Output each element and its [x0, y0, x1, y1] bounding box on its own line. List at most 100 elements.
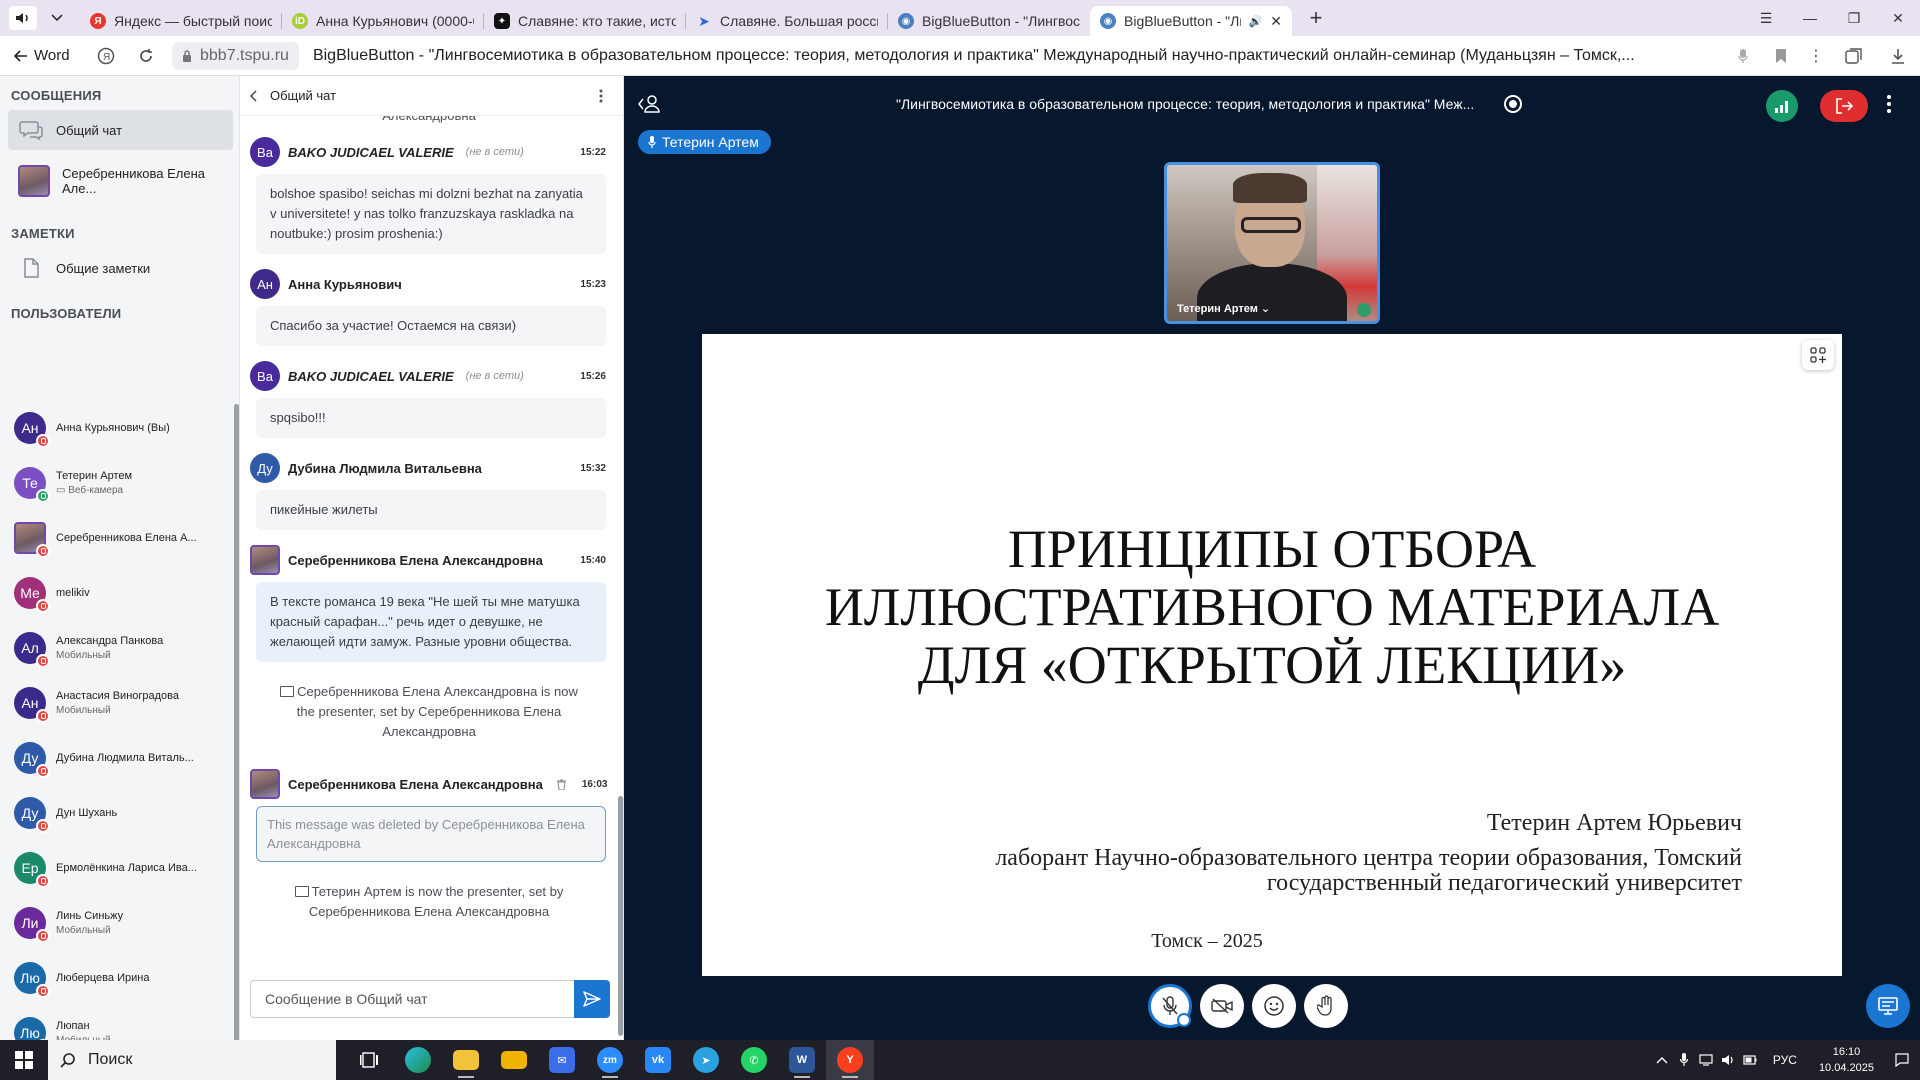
chat-scrollbar[interactable] [618, 116, 623, 1036]
start-button[interactable] [0, 1040, 48, 1080]
chat-message: Ан Анна Курьянович 15:23 Спасибо за учас… [240, 262, 618, 346]
downloads-icon[interactable] [1876, 36, 1920, 76]
back-label: Word [34, 47, 70, 64]
browser-tab[interactable]: ◉ BigBlueButton - "Лингвос [888, 6, 1090, 36]
microphone-status-icon [36, 928, 50, 943]
raise-hand-button[interactable] [1304, 984, 1348, 1028]
edge-icon[interactable] [394, 1040, 442, 1080]
user-list-item[interactable]: Ду Дун Шухань [0, 785, 234, 840]
microphone-status-icon [36, 763, 50, 778]
chat-options-icon[interactable] [593, 88, 609, 104]
telegram-icon[interactable]: ➤ [682, 1040, 730, 1080]
chat-message: Ду Дубина Людмила Витальевна 15:32 пикей… [240, 446, 618, 530]
user-list-item[interactable]: Ан Анна Курьянович (Вы) [0, 400, 234, 455]
reactions-button[interactable] [1252, 984, 1296, 1028]
message-author: Анна Курьянович [288, 276, 402, 292]
user-list-item[interactable]: Те Тетерин Артем ▭ Веб-камера [0, 455, 234, 510]
message-text: пикейные жилеты [256, 490, 606, 530]
input-language[interactable]: РУС [1761, 1053, 1809, 1067]
minimize-icon[interactable]: — [1788, 0, 1832, 36]
reload-icon[interactable] [126, 36, 166, 76]
users-scrollbar[interactable] [234, 404, 239, 1040]
volume-icon[interactable] [1717, 1040, 1739, 1080]
chevron-left-icon[interactable] [250, 89, 270, 102]
webcam-user-name[interactable]: Тетерин Артем ⌄ [1177, 302, 1270, 315]
collections-icon[interactable] [1832, 36, 1876, 76]
bookmark-icon[interactable] [1762, 36, 1800, 76]
maximize-icon[interactable]: ❐ [1832, 0, 1876, 36]
camera-button[interactable] [1200, 984, 1244, 1028]
network-icon[interactable] [1695, 1040, 1717, 1080]
user-list-item[interactable]: Ал Александра Панкова Мобильный [0, 620, 234, 675]
tab-speaker-icon[interactable]: 🔊 [1249, 15, 1263, 28]
user-list-item[interactable]: Ер Ермолёнкина Лариса Ива... [0, 840, 234, 895]
connection-status-button[interactable] [1766, 90, 1798, 122]
browser-tab[interactable]: ✦ Славяне: кто такие, истор [484, 6, 686, 36]
zoom-icon[interactable]: zm [586, 1040, 634, 1080]
user-list-item[interactable]: Ан Анастасия Виноградова Мобильный [0, 675, 234, 730]
user-list-item[interactable]: Лю Люберцева Ирина [0, 950, 234, 1005]
new-tab-button[interactable]: + [1302, 4, 1330, 32]
back-button[interactable]: Word [0, 47, 86, 64]
user-name: Серебренникова Елена А... [56, 531, 197, 544]
private-chat-item[interactable]: Серебренникова Елена Але... [8, 152, 233, 210]
message-header: Ан Анна Курьянович 15:23 [250, 262, 612, 306]
options-menu-icon[interactable] [1886, 94, 1894, 114]
user-list-item[interactable]: Ду Дубина Людмила Виталь... [0, 730, 234, 785]
presentation-stage: "Лингвосемиотика в образовательном проце… [624, 76, 1920, 1040]
send-button[interactable] [574, 980, 610, 1018]
microphone-muted-icon [1162, 996, 1178, 1015]
tab-list-chevron-icon[interactable] [43, 6, 71, 30]
message-input[interactable] [250, 980, 574, 1018]
user-list-item[interactable]: Лю Люпан Мобильный [0, 1005, 234, 1040]
task-view-icon[interactable] [346, 1040, 394, 1080]
audio-settings-indicator[interactable] [1177, 1013, 1191, 1027]
address-bar-actions: ⋮ [1724, 36, 1920, 76]
shared-notes-label: Общие заметки [56, 260, 151, 276]
user-list-item[interactable]: Ме melikiv [0, 565, 234, 620]
avatar: Ал [14, 631, 50, 668]
chat-message: Серебренникова Елена Александровна 15:40… [240, 538, 618, 662]
vk-icon[interactable]: vk [634, 1040, 682, 1080]
mail-icon[interactable] [490, 1040, 538, 1080]
recording-indicator-icon[interactable] [1504, 95, 1522, 113]
talking-indicator[interactable]: Тетерин Артем [638, 130, 771, 154]
clock[interactable]: 16:10 10.04.2025 [1809, 1044, 1884, 1076]
outlook-mail-icon[interactable]: ✉ [538, 1040, 586, 1080]
avatar [18, 165, 50, 197]
chevron-up-icon[interactable] [1651, 1040, 1673, 1080]
browser-tab[interactable]: Я Яндекс — быстрый поиск [80, 6, 282, 36]
browser-tab[interactable]: iD Анна Курьянович (0000-0 [282, 6, 484, 36]
whatsapp-icon[interactable]: ✆ [730, 1040, 778, 1080]
avatar: Те [14, 466, 50, 503]
presentation-toggle-button[interactable] [1866, 984, 1910, 1028]
file-explorer-icon[interactable] [442, 1040, 490, 1080]
more-menu-icon[interactable]: ⋮ [1800, 36, 1832, 76]
tab-audio-icon[interactable] [9, 6, 37, 30]
notifications-icon[interactable] [1884, 1040, 1920, 1080]
page-title[interactable]: BigBlueButton - "Лингвосемиотика в образ… [313, 47, 1669, 65]
browser-tab[interactable]: ➤ Славяне. Большая россий [686, 6, 888, 36]
mute-button[interactable] [1148, 984, 1192, 1028]
slide-options-button[interactable] [1802, 340, 1834, 370]
browser-tab-active[interactable]: ◉ BigBlueButton - "Ли 🔊 ✕ [1090, 6, 1292, 36]
yandex-browser-icon[interactable]: Y [826, 1040, 874, 1080]
leave-meeting-button[interactable] [1820, 90, 1868, 122]
notes-heading: ЗАМЕТКИ [11, 226, 75, 241]
shared-notes-item[interactable]: Общие заметки [8, 248, 233, 288]
close-window-icon[interactable]: ✕ [1876, 0, 1920, 36]
user-list-item[interactable]: Серебренникова Елена А... [0, 510, 234, 565]
public-chat-item[interactable]: Общий чат [8, 110, 233, 150]
yandex-id-icon[interactable]: Я [86, 36, 126, 76]
menu-icon[interactable]: ☰ [1744, 0, 1788, 36]
battery-icon[interactable] [1739, 1040, 1761, 1080]
microphone-icon[interactable] [1724, 36, 1762, 76]
tab-close-icon[interactable]: ✕ [1270, 13, 1282, 30]
word-icon[interactable]: W [778, 1040, 826, 1080]
webcam-video[interactable]: Тетерин Артем ⌄ [1164, 162, 1380, 324]
taskbar-search[interactable]: Поиск [48, 1040, 336, 1080]
toggle-userlist-button[interactable] [638, 94, 662, 114]
user-list-item[interactable]: Ли Линь Синьжу Мобильный [0, 895, 234, 950]
url-field[interactable]: bbb7.tspu.ru [172, 41, 299, 70]
microphone-tray-icon[interactable] [1673, 1040, 1695, 1080]
